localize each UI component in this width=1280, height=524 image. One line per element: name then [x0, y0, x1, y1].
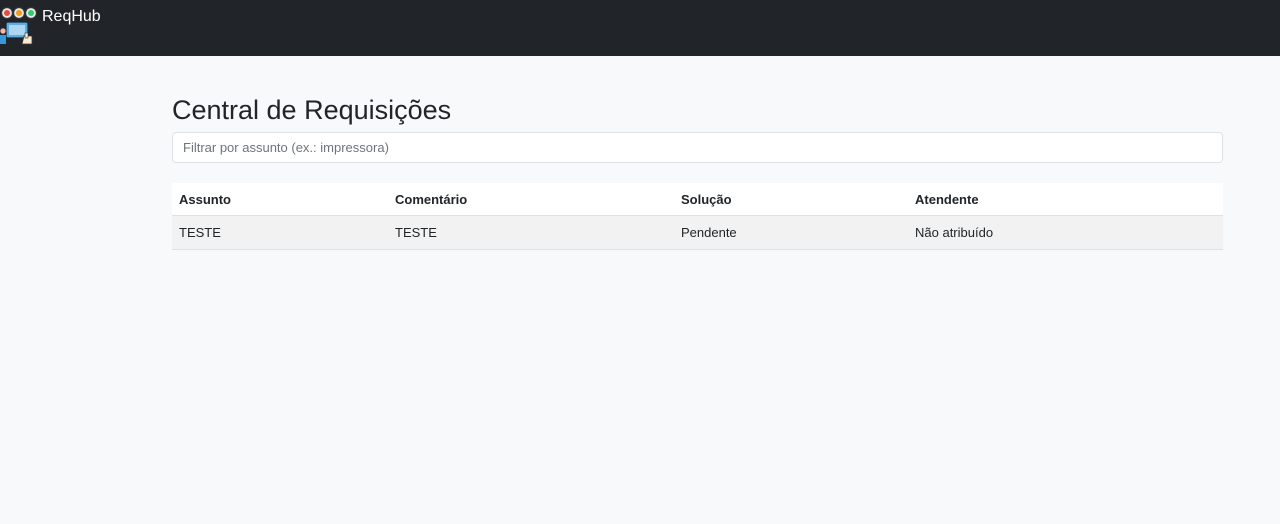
cell-comentario: TESTE: [388, 215, 674, 250]
column-header-atendente: Atendente: [908, 183, 1223, 216]
main-content: Central de Requisições Assunto Comentári…: [172, 56, 1223, 250]
top-navbar: ReqHub: [0, 0, 1280, 56]
column-header-comentario: Comentário: [388, 183, 674, 216]
brand-link[interactable]: ReqHub: [0, 0, 101, 48]
cell-assunto: TESTE: [172, 215, 388, 250]
page-title: Central de Requisições: [172, 95, 452, 125]
helpdesk-logo-icon: [0, 6, 38, 45]
table-header-row: Assunto Comentário Solução Atendente: [172, 183, 1223, 216]
column-header-assunto: Assunto: [172, 183, 388, 216]
table-row[interactable]: TESTE TESTE Pendente Não atribuído: [172, 215, 1223, 250]
cell-solucao: Pendente: [674, 215, 908, 250]
subject-filter-input[interactable]: [172, 132, 1223, 163]
column-header-solucao: Solução: [674, 183, 908, 216]
requests-table: Assunto Comentário Solução Atendente TES…: [172, 183, 1223, 250]
brand-name: ReqHub: [42, 8, 101, 25]
cell-atendente: Não atribuído: [908, 215, 1223, 250]
